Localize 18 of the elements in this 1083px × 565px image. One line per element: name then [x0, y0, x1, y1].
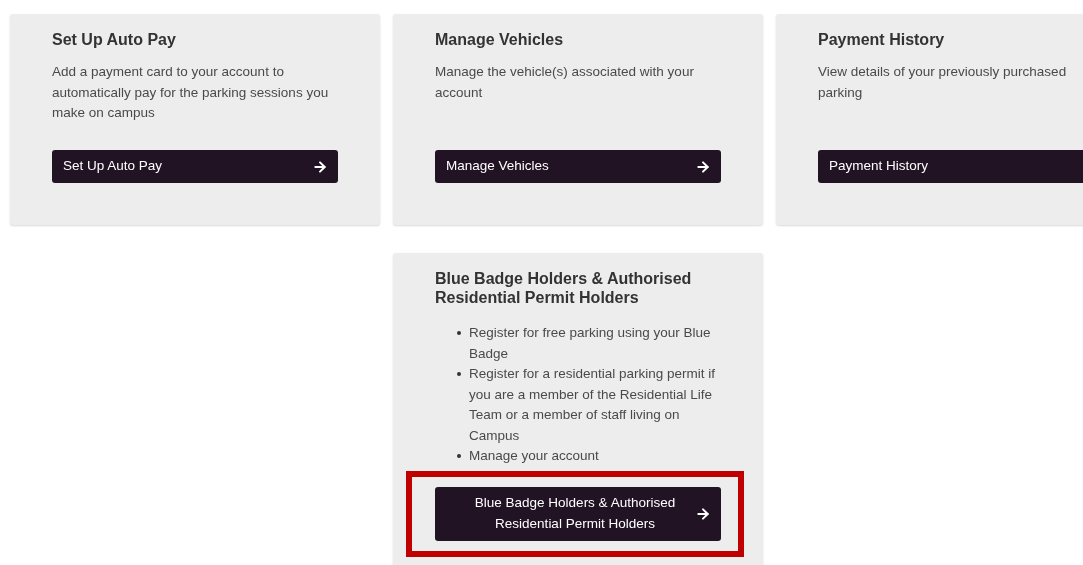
card-description: Manage the vehicle(s) associated with your account [435, 63, 695, 102]
bullet-icon [457, 454, 461, 458]
action-button[interactable]: Set Up Auto Pay [52, 150, 338, 183]
list-item-text: Register for free parking using your Blue Badge [469, 324, 712, 363]
action-button[interactable]: Manage Vehicles [435, 150, 721, 183]
bullet-icon [457, 331, 461, 335]
list-item-text: Manage your account [469, 447, 599, 465]
card-description: View details of your previously purchased parking [818, 63, 1068, 102]
bullet-icon [457, 372, 461, 376]
list-item-text: Register for a residential parking permit if you are a member of the Residential Life Team or a member of staff living on Campus [469, 365, 717, 445]
card-title: Payment History [818, 30, 946, 49]
card-title: Manage Vehicles [435, 30, 565, 49]
arrow-right-icon [312, 158, 328, 175]
card-title: Blue Badge Holders & Authorised Residential Permit Holders [435, 269, 693, 307]
card-title: Set Up Auto Pay [52, 30, 177, 49]
action-button[interactable]: Payment History [818, 150, 1083, 183]
action-button[interactable]: Blue Badge Holders & Authorised Residential Permit Holders [435, 486, 721, 541]
card-description: Add a payment card to your account to automatically pay for the parking sessions you make on campus [52, 63, 330, 122]
